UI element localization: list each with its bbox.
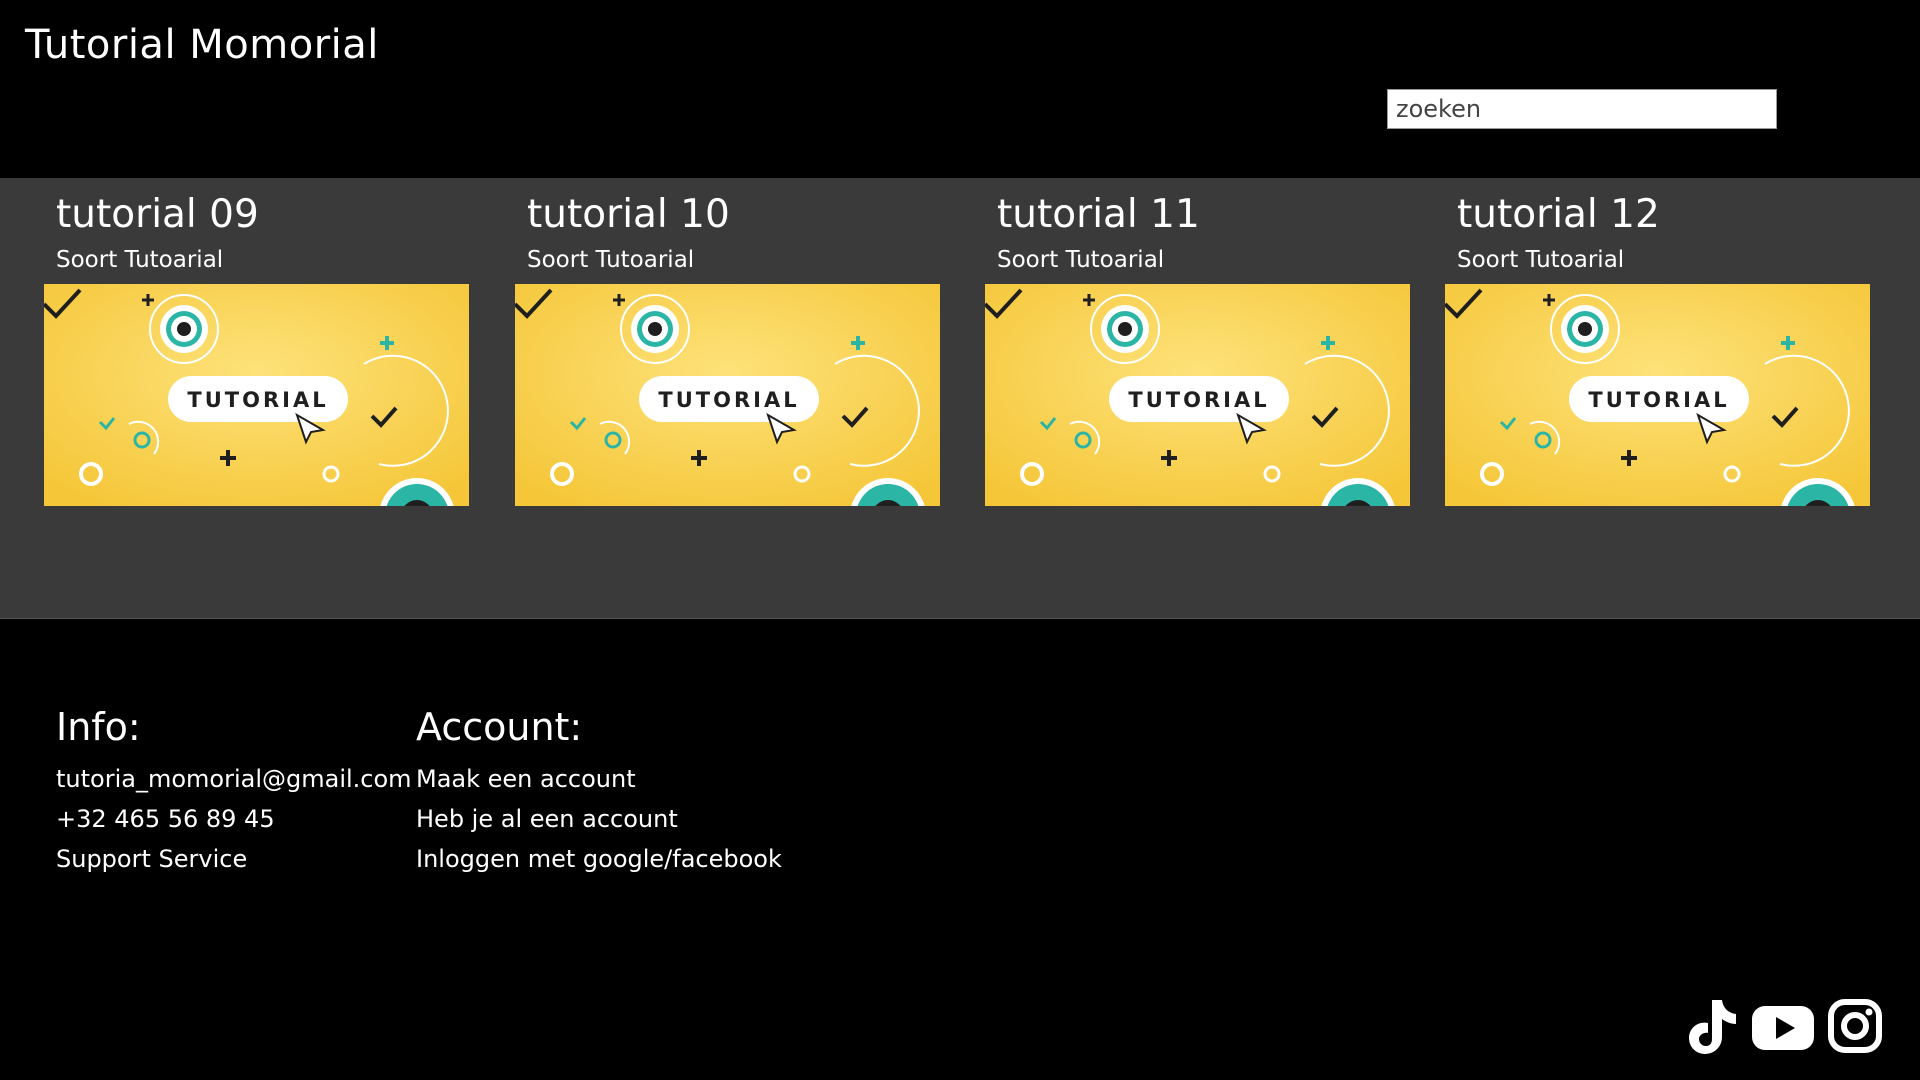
thumbnail-label: TUTORIAL	[187, 388, 328, 412]
tutorial-thumbnail[interactable]: TUTORIAL	[515, 284, 940, 506]
tutorial-type: Soort Tutoarial	[527, 247, 695, 273]
site-title: Tutorial Momorial	[25, 22, 379, 68]
header: Tutorial Momorial	[0, 0, 1920, 178]
youtube-icon[interactable]	[1750, 996, 1816, 1056]
login-link[interactable]: Heb je al een account	[416, 799, 782, 839]
account-heading: Account:	[416, 705, 583, 749]
thumbnail-label: TUTORIAL	[658, 388, 799, 412]
contact-email[interactable]: tutoria_momorial@gmail.com	[56, 759, 412, 799]
support-service-link[interactable]: Support Service	[56, 839, 412, 879]
search-input[interactable]	[1387, 89, 1777, 129]
info-column: Info: tutoria_momorial@gmail.com +32 465…	[56, 705, 412, 879]
social-login-link[interactable]: Inloggen met google/facebook	[416, 839, 782, 879]
tutorial-thumbnail[interactable]: TUTORIAL	[985, 284, 1410, 506]
thumbnail-label: TUTORIAL	[1588, 388, 1729, 412]
tutorial-type: Soort Tutoarial	[1457, 247, 1625, 273]
info-heading: Info:	[56, 705, 141, 749]
footer: Info: tutoria_momorial@gmail.com +32 465…	[0, 618, 1920, 1080]
tutorial-title[interactable]: tutorial 11	[997, 192, 1200, 237]
tutorial-title[interactable]: tutorial 12	[1457, 192, 1660, 237]
tutorial-thumbnail[interactable]: TUTORIAL	[1445, 284, 1870, 506]
contact-phone[interactable]: +32 465 56 89 45	[56, 799, 412, 839]
tiktok-icon[interactable]	[1682, 996, 1742, 1056]
create-account-link[interactable]: Maak een account	[416, 759, 782, 799]
tutorial-thumbnail[interactable]: TUTORIAL	[44, 284, 469, 506]
instagram-icon[interactable]	[1825, 996, 1885, 1056]
tutorial-title[interactable]: tutorial 09	[56, 192, 259, 237]
tutorial-grid: tutorial 09 Soort Tutoarial TUTORIAL tut…	[0, 178, 1920, 618]
tutorial-title[interactable]: tutorial 10	[527, 192, 730, 237]
tutorial-type: Soort Tutoarial	[56, 247, 224, 273]
account-column: Account: Maak een account Heb je al een …	[416, 705, 782, 879]
thumbnail-label: TUTORIAL	[1128, 388, 1269, 412]
tutorial-type: Soort Tutoarial	[997, 247, 1165, 273]
